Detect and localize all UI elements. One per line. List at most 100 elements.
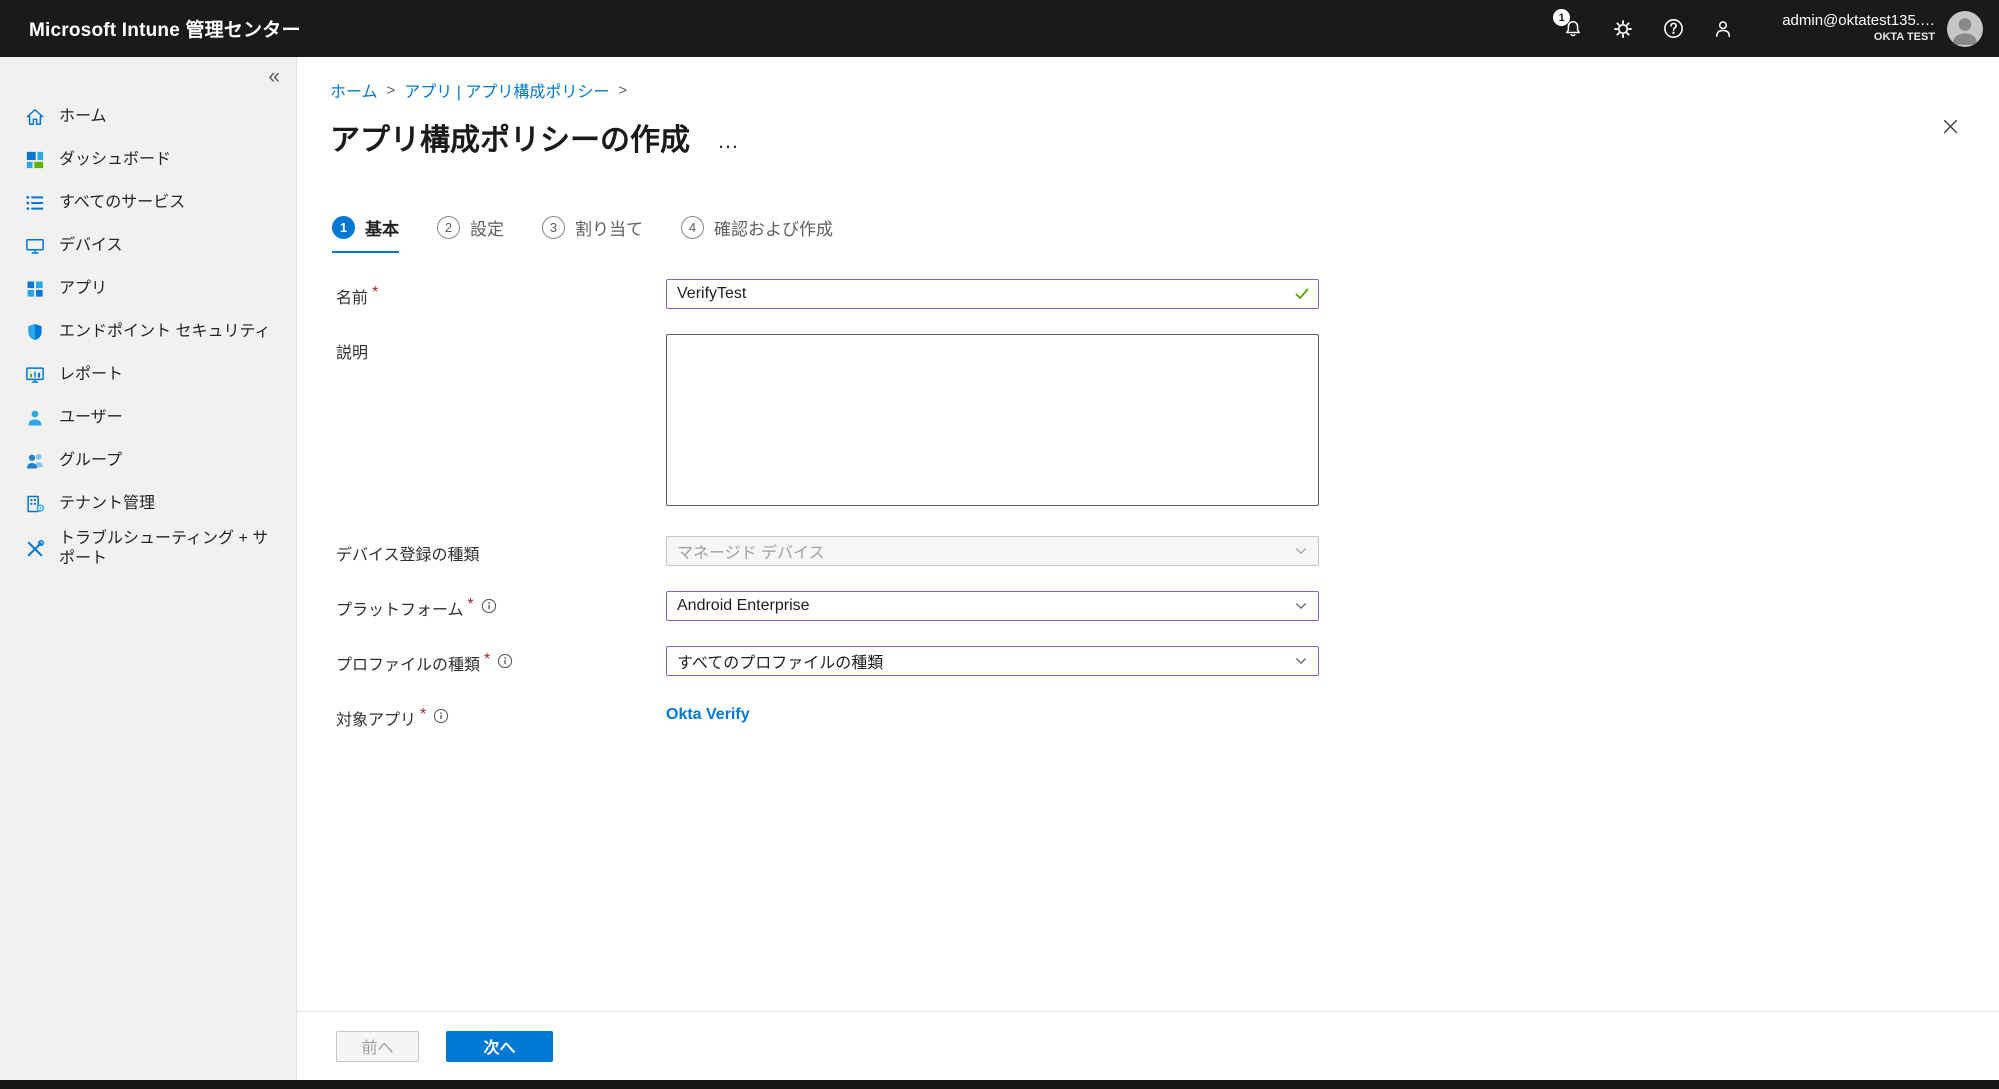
targeted-app-field: Okta Verify: [666, 701, 1319, 730]
sidebar-item-reports[interactable]: レポート: [0, 353, 296, 396]
settings-button[interactable]: [1598, 0, 1648, 57]
name-label-text: 名前: [336, 284, 368, 308]
form-row-platform: プラットフォーム * Android Enterprise: [336, 591, 1999, 621]
context-menu-button[interactable]: …: [717, 128, 741, 154]
notifications-button[interactable]: 1: [1548, 0, 1598, 57]
chevron-down-icon: [1294, 654, 1308, 668]
targeted-app-label-text: 対象アプリ: [336, 706, 416, 730]
sidebar-item-label: ユーザー: [59, 408, 123, 428]
step-label: 基本: [365, 215, 399, 240]
tenant-admin-icon: [25, 494, 45, 514]
account-tenant: OKTA TEST: [1782, 31, 1935, 45]
enrollment-type-field: マネージド デバイス: [666, 536, 1319, 566]
enrollment-type-dropdown: マネージド デバイス: [666, 536, 1319, 566]
breadcrumb-link-app-config-policies[interactable]: アプリ | アプリ構成ポリシー: [404, 78, 609, 102]
devices-icon: [25, 236, 45, 256]
description-textarea[interactable]: [666, 334, 1319, 506]
step-label: 設定: [470, 215, 504, 240]
form-row-name: 名前 *: [336, 279, 1999, 309]
help-button[interactable]: [1648, 0, 1698, 57]
feedback-button[interactable]: [1698, 0, 1748, 57]
close-button[interactable]: [1935, 111, 1965, 141]
sidebar-item-groups[interactable]: グループ: [0, 439, 296, 482]
all-services-icon: [25, 193, 45, 213]
platform-dropdown[interactable]: Android Enterprise: [666, 591, 1319, 621]
sidebar-item-troubleshooting[interactable]: トラブルシューティング + サポート: [0, 525, 296, 573]
account-menu[interactable]: admin@oktatest135.… OKTA TEST: [1782, 12, 1935, 45]
dashboard-icon: [25, 150, 45, 170]
sidebar: « ホーム: [0, 57, 297, 1080]
valid-check-icon: [1295, 288, 1309, 300]
chevron-down-icon: [1294, 599, 1308, 613]
topbar: Microsoft Intune 管理センター 1: [0, 0, 1999, 57]
profile-type-label: プロファイルの種類 *: [336, 646, 666, 676]
sidebar-item-users[interactable]: ユーザー: [0, 396, 296, 439]
required-asterisk: *: [372, 284, 378, 302]
step-basics[interactable]: 1 基本: [332, 215, 399, 253]
breadcrumb-link-home[interactable]: ホーム: [330, 78, 378, 102]
step-number: 2: [437, 216, 460, 239]
sidebar-item-label: レポート: [59, 365, 123, 385]
footer-bar: 前へ 次へ: [297, 1011, 1999, 1080]
sidebar-item-devices[interactable]: デバイス: [0, 224, 296, 267]
description-label: 説明: [336, 334, 666, 511]
breadcrumb-separator: >: [618, 82, 627, 99]
name-input[interactable]: [666, 279, 1319, 309]
avatar[interactable]: [1947, 11, 1983, 47]
reports-icon: [25, 365, 45, 385]
step-label: 確認および作成: [714, 215, 833, 240]
platform-label: プラットフォーム *: [336, 591, 666, 621]
title-row: アプリ構成ポリシーの作成 …: [330, 115, 1999, 159]
sidebar-item-home[interactable]: ホーム: [0, 95, 296, 138]
main-content: ホーム > アプリ | アプリ構成ポリシー > アプリ構成ポリシーの作成 … 1…: [297, 57, 1999, 1080]
breadcrumb: ホーム > アプリ | アプリ構成ポリシー >: [330, 78, 1999, 102]
enrollment-type-label: デバイス登録の種類: [336, 536, 666, 566]
step-number: 1: [332, 216, 355, 239]
sidebar-item-apps[interactable]: アプリ: [0, 267, 296, 310]
step-assignments[interactable]: 3 割り当て: [542, 215, 643, 253]
sidebar-item-endpoint-security[interactable]: エンドポイント セキュリティ: [0, 310, 296, 353]
shield-icon: [25, 322, 45, 342]
profile-type-label-text: プロファイルの種類: [336, 651, 480, 675]
app-title: Microsoft Intune 管理センター: [29, 15, 301, 42]
page-title: アプリ構成ポリシーの作成: [330, 115, 690, 159]
sidebar-nav: ホーム ダッシュボード: [0, 95, 296, 573]
account-upn: admin@oktatest135.…: [1782, 12, 1935, 31]
chevron-down-icon: [1294, 544, 1308, 558]
profile-type-value: すべてのプロファイルの種類: [677, 649, 883, 673]
required-asterisk: *: [468, 596, 474, 614]
sidebar-collapse-button[interactable]: «: [268, 65, 280, 89]
next-button[interactable]: 次へ: [446, 1031, 553, 1062]
sidebar-item-label: デバイス: [59, 236, 123, 256]
sidebar-item-dashboard[interactable]: ダッシュボード: [0, 138, 296, 181]
step-label: 割り当て: [575, 215, 643, 240]
description-field: [666, 334, 1319, 511]
profile-type-field: すべてのプロファイルの種類: [666, 646, 1319, 676]
targeted-app-link[interactable]: Okta Verify: [666, 706, 750, 723]
step-number: 3: [542, 216, 565, 239]
sidebar-item-tenant-admin[interactable]: テナント管理: [0, 482, 296, 525]
sidebar-item-label: ホーム: [59, 107, 107, 127]
sidebar-item-label: テナント管理: [59, 494, 155, 514]
platform-field: Android Enterprise: [666, 591, 1319, 621]
info-icon[interactable]: [481, 598, 497, 614]
sidebar-item-label: エンドポイント セキュリティ: [59, 322, 271, 342]
troubleshooting-wrench-icon: [25, 539, 45, 559]
required-asterisk: *: [420, 706, 426, 724]
sidebar-item-all-services[interactable]: すべてのサービス: [0, 181, 296, 224]
info-icon[interactable]: [433, 708, 449, 724]
step-review-create[interactable]: 4 確認および作成: [681, 215, 833, 253]
feedback-person-icon: [1713, 19, 1733, 39]
profile-type-dropdown[interactable]: すべてのプロファイルの種類: [666, 646, 1319, 676]
info-icon[interactable]: [497, 653, 513, 669]
previous-button: 前へ: [336, 1031, 419, 1062]
sidebar-item-label: アプリ: [59, 279, 107, 299]
form-row-targeted-app: 対象アプリ * Okta Verify: [336, 701, 1999, 730]
targeted-app-label: 対象アプリ *: [336, 701, 666, 730]
form-row-description: 説明: [336, 334, 1999, 511]
sidebar-item-label: すべてのサービス: [59, 193, 185, 213]
bottom-strip: [0, 1080, 1999, 1089]
step-settings[interactable]: 2 設定: [437, 215, 504, 253]
wizard-steps: 1 基本 2 設定 3 割り当て 4 確認および作成: [332, 215, 1999, 253]
name-field: [666, 279, 1319, 309]
